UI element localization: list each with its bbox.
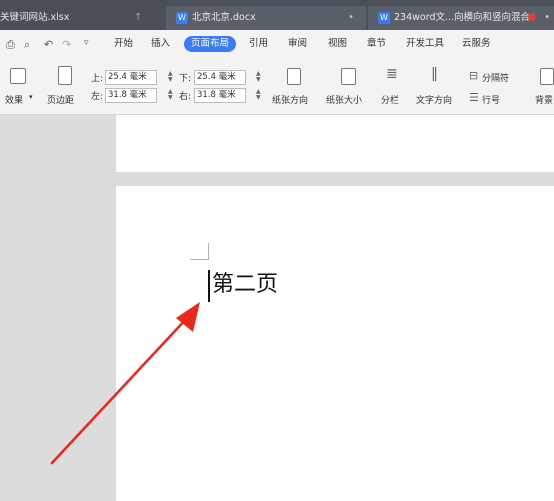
red-arrow-annotation bbox=[50, 302, 200, 465]
